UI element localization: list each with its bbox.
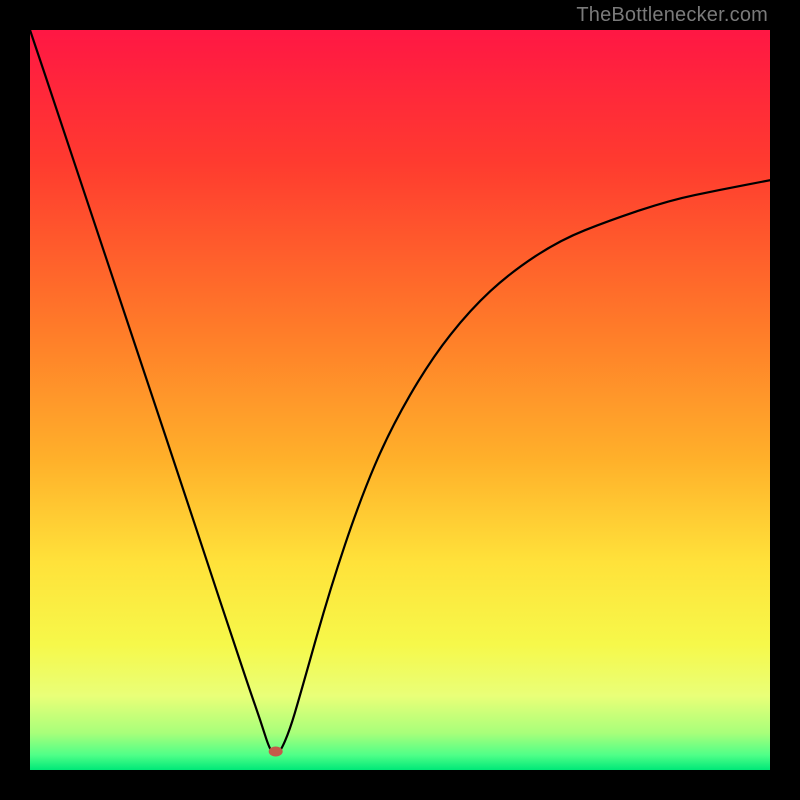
optimum-marker	[269, 747, 283, 757]
bottleneck-curve	[30, 30, 770, 770]
watermark-text: TheBottlenecker.com	[576, 4, 768, 27]
chart-frame: TheBottlenecker.com	[0, 0, 800, 800]
plot-area	[30, 30, 770, 770]
